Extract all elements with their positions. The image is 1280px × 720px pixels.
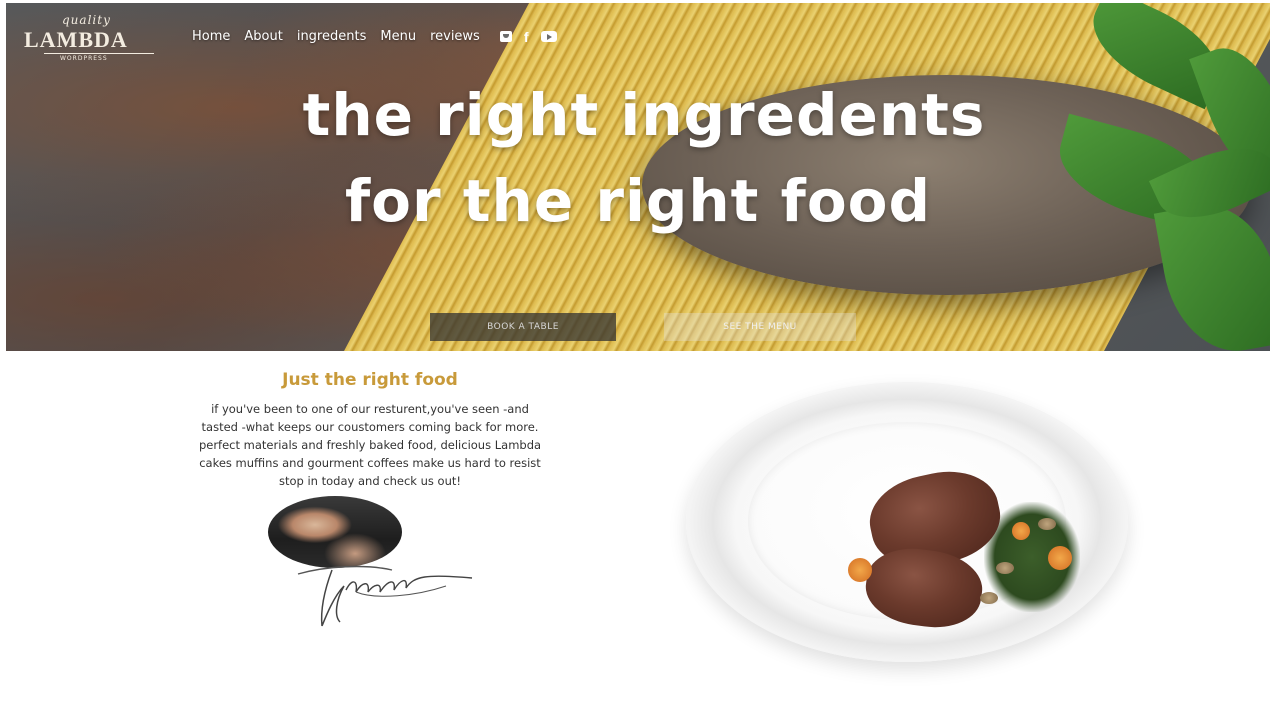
twitter-icon[interactable] (499, 31, 512, 42)
mushroom-piece (980, 592, 998, 604)
chef-signature-image (297, 565, 473, 627)
nav-link-home[interactable]: Home (192, 29, 230, 44)
main-navigation: Home About ingredents Menu reviews f (192, 29, 557, 44)
hero-headline-line2: for the right food (344, 167, 932, 235)
carrot-slice (848, 558, 872, 582)
description-line: perfect materials and freshly baked food… (198, 438, 542, 452)
hero-headline-line1: the right ingredents (302, 81, 986, 149)
carrot-slice (1012, 522, 1030, 540)
facebook-icon[interactable]: f (524, 30, 529, 44)
site-logo[interactable]: quality LAMBDA WORDPRESS (24, 11, 174, 65)
mushroom-piece (1038, 518, 1056, 530)
nav-link-menu[interactable]: Menu (380, 29, 416, 44)
description-line: cakes muffins and gourment coffees make … (199, 456, 541, 470)
logo-tagline: quality (62, 13, 111, 27)
logo-brand-name: LAMBDA (24, 27, 128, 52)
plate-center (748, 422, 1080, 634)
description-line: stop in today and check us out! (279, 474, 461, 488)
nav-link-reviews[interactable]: reviews (430, 29, 480, 44)
steak-plate-image (686, 382, 1128, 662)
description-line: tasted -what keeps our coustomers coming… (201, 420, 539, 434)
nav-link-about[interactable]: About (244, 29, 282, 44)
nav-link-ingredents[interactable]: ingredents (297, 29, 367, 44)
carrot-slice (1048, 546, 1072, 570)
logo-subtitle: WORDPRESS (60, 55, 108, 62)
book-table-button[interactable]: BOOK A TABLE (430, 313, 616, 341)
see-menu-button[interactable]: SEE THE MENU (664, 313, 856, 341)
description-line: if you've been to one of our resturent,y… (211, 402, 529, 416)
section-description: if you've been to one of our resturent,y… (120, 400, 620, 490)
mushroom-piece (996, 562, 1014, 574)
section-title: Just the right food (282, 370, 458, 390)
youtube-icon[interactable] (540, 31, 557, 42)
social-links: f (499, 30, 557, 44)
hero-banner: quality LAMBDA WORDPRESS Home About ingr… (6, 3, 1270, 351)
logo-divider (44, 53, 154, 54)
